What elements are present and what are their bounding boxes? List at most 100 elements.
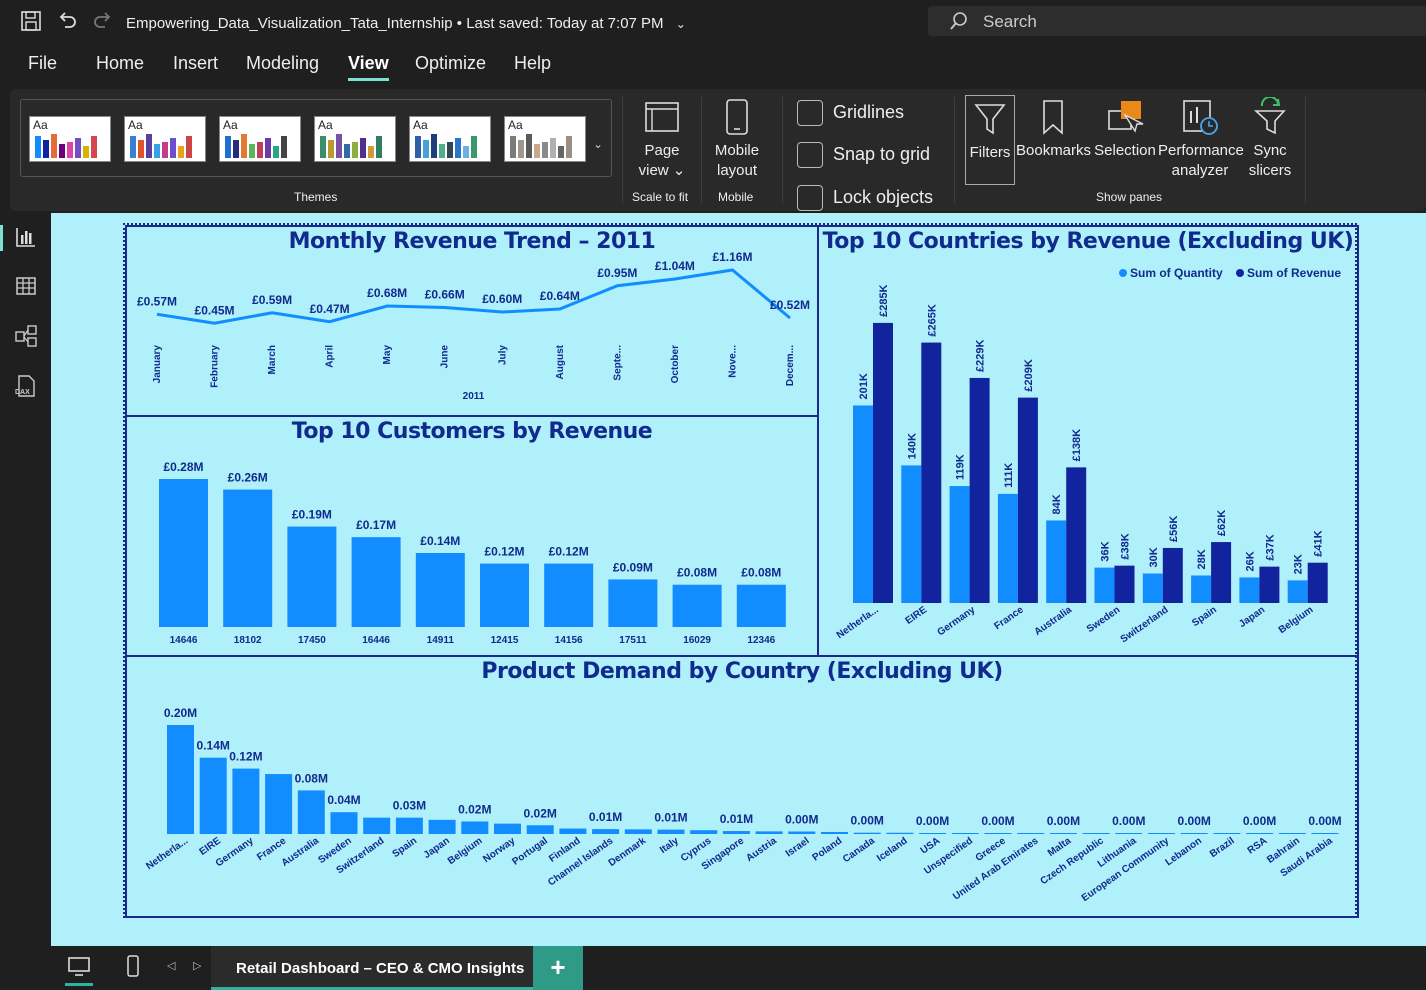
demand-bar: [722, 831, 750, 834]
theme-color-bar: [186, 136, 192, 158]
desktop-layout-icon[interactable]: [67, 956, 91, 978]
top-customers-bar-chart: £0.28M 14646 £0.26M 18102 £0.19M 17450 £0.17M 1…: [159, 460, 786, 646]
menu-insert[interactable]: Insert: [173, 53, 218, 74]
theme-color-bar: [376, 136, 382, 158]
x-tick-label: 17450: [298, 635, 326, 646]
filters-pane-button[interactable]: Filters: [965, 95, 1015, 185]
menu-home[interactable]: Home: [96, 53, 144, 74]
snap-to-grid-checkbox[interactable]: Snap to grid: [797, 140, 977, 170]
page-view-button[interactable]: Page view ⌄: [628, 97, 696, 181]
mobile-layout-icon[interactable]: [125, 954, 141, 980]
x-tick-label: 18102: [234, 635, 262, 646]
theme-swatch[interactable]: Aa: [409, 116, 491, 162]
table-view-icon[interactable]: [14, 274, 38, 298]
sync-slicers-button[interactable]: Sync slicers: [1244, 97, 1296, 181]
data-label: £0.57M: [137, 294, 177, 308]
demand-bar: [265, 774, 293, 834]
report-view-icon[interactable]: [14, 225, 38, 249]
document-title[interactable]: Empowering_Data_Visualization_Tata_Inter…: [126, 15, 686, 32]
page-view-label: Page: [644, 142, 680, 159]
menu-file[interactable]: File: [28, 53, 57, 74]
menu-optimize[interactable]: Optimize: [415, 53, 486, 74]
top-countries-visual[interactable]: Top 10 Countries by Revenue (Excluding U…: [817, 225, 1359, 657]
data-label: 30K: [1148, 547, 1160, 567]
menu-modeling[interactable]: Modeling: [246, 53, 319, 74]
theme-color-bar: [439, 144, 445, 158]
gridlines-checkbox[interactable]: Gridlines: [797, 98, 977, 128]
data-label: £0.45M: [195, 303, 235, 317]
quantity-bar: [997, 493, 1018, 603]
top-customers-visual[interactable]: Top 10 Customers by Revenue £0.28M 14646 £…: [125, 415, 819, 657]
legend-marker: [1119, 269, 1127, 277]
theme-color-bar: [558, 146, 564, 158]
customer-bar: [544, 563, 594, 627]
theme-color-bar: [130, 136, 136, 158]
theme-color-bar: [162, 142, 168, 158]
x-tick-label: April: [325, 345, 336, 368]
theme-swatch[interactable]: Aa: [504, 116, 586, 162]
quantity-bar: [949, 486, 970, 603]
x-tick-label: France: [992, 604, 1026, 632]
x-tick-label: Canada: [841, 835, 877, 865]
demand-bar: [1213, 833, 1241, 834]
bookmarks-pane-button[interactable]: Bookmarks: [1016, 97, 1091, 161]
theme-swatch[interactable]: Aa: [124, 116, 206, 162]
data-label: 28K: [1196, 549, 1208, 569]
theme-color-bars: [510, 132, 572, 158]
monthly-revenue-visual[interactable]: Monthly Revenue Trend – 2011 £0.57M Janua…: [125, 225, 819, 417]
data-label: £0.95M: [597, 266, 637, 280]
page-tab[interactable]: Retail Dashboard – CEO & CMO Insights: [211, 946, 533, 990]
themes-expand-icon[interactable]: ⌄: [593, 137, 603, 151]
lock-objects-checkbox[interactable]: Lock objects: [797, 183, 977, 213]
theme-swatch[interactable]: Aa: [314, 116, 396, 162]
mobile-layout-button[interactable]: Mobile layout: [706, 97, 768, 181]
ribbon-divider: [954, 97, 955, 203]
revenue-bar: [1259, 566, 1280, 603]
x-tick-label: May: [382, 345, 393, 365]
theme-color-bar: [526, 134, 532, 158]
menu-help[interactable]: Help: [514, 53, 551, 74]
theme-color-bar: [138, 140, 144, 158]
redo-icon[interactable]: [92, 10, 114, 32]
mobile-group-label: Mobile: [718, 190, 754, 204]
demand-bar: [1017, 833, 1045, 834]
demand-bar: [886, 832, 914, 834]
search-input[interactable]: Search: [928, 6, 1426, 36]
theme-color-bar: [154, 144, 160, 158]
theme-swatch[interactable]: Aa: [219, 116, 301, 162]
data-label: £0.08M: [741, 566, 781, 580]
save-icon[interactable]: [20, 10, 42, 32]
model-view-icon[interactable]: [14, 324, 38, 348]
selection-pane-button[interactable]: Selection: [1092, 97, 1158, 161]
theme-color-bar: [59, 144, 65, 158]
undo-icon[interactable]: [56, 10, 78, 32]
next-page-icon[interactable]: ▷: [193, 959, 201, 972]
theme-swatch[interactable]: Aa: [29, 116, 111, 162]
data-label: £41K: [1313, 530, 1325, 556]
demand-bar: [951, 833, 979, 834]
theme-color-bar: [471, 136, 477, 158]
theme-swatch-label: Aa: [223, 118, 238, 132]
dax-query-view-icon[interactable]: DAX: [14, 374, 38, 398]
menu-view[interactable]: View: [348, 53, 389, 81]
checkbox-box: [797, 142, 823, 168]
selection-icon: [1108, 101, 1144, 133]
prev-page-icon[interactable]: ◁: [167, 959, 175, 972]
data-label: 36K: [1100, 541, 1112, 561]
theme-color-bar: [360, 138, 366, 158]
product-demand-visual[interactable]: Product Demand by Country (Excluding UK)…: [125, 655, 1359, 918]
theme-color-bar: [510, 136, 516, 158]
theme-color-bar: [265, 138, 271, 158]
add-page-button[interactable]: +: [533, 946, 583, 990]
demand-bar: [494, 823, 521, 834]
x-tick-label: Poland: [811, 835, 845, 863]
x-tick-label: Germany: [214, 835, 256, 869]
x-tick-label: Septe...: [612, 345, 623, 381]
quantity-bar: [1142, 573, 1163, 603]
menu-bar: File Home Insert Modeling View Optimize …: [0, 44, 1426, 84]
title-bar: Empowering_Data_Visualization_Tata_Inter…: [0, 0, 1426, 44]
scale-group-label: Scale to fit: [632, 190, 689, 204]
data-label: 26K: [1244, 551, 1256, 571]
theme-color-bar: [225, 136, 231, 158]
performance-analyzer-button[interactable]: Performance analyzer: [1158, 97, 1244, 181]
